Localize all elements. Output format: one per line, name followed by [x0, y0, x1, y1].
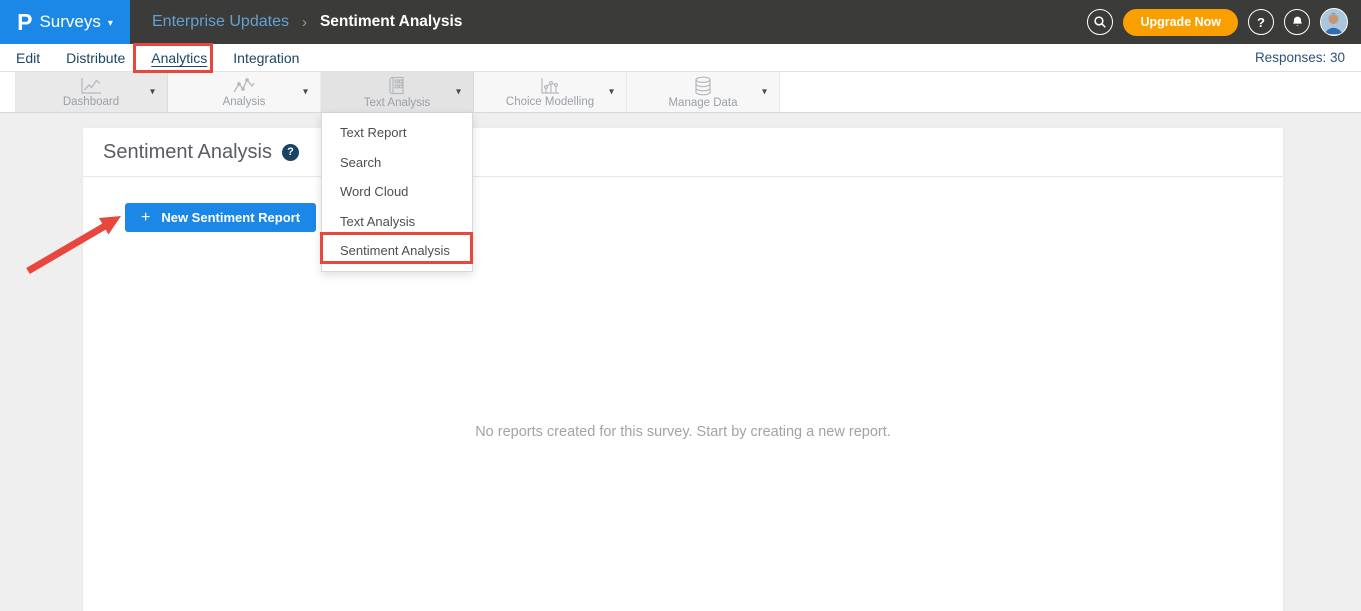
menu-item-search[interactable]: Search	[322, 148, 472, 178]
analytics-toolbar: Dashboard ▾ Analysis ▾ Text Analysis ▾	[0, 72, 1361, 113]
nav-item-integration[interactable]: Integration	[233, 50, 299, 66]
avatar-photo	[1321, 9, 1346, 34]
questionpro-logo-icon: P	[17, 11, 32, 34]
surveys-menu[interactable]: P Surveys ▾	[0, 0, 130, 44]
menu-item-text-report[interactable]: Text Report	[322, 118, 472, 148]
nav-item-analytics[interactable]: Analytics	[151, 50, 207, 66]
menu-item-text-analysis[interactable]: Text Analysis	[322, 207, 472, 237]
page-background: Sentiment Analysis ? + New Sentiment Rep…	[0, 113, 1361, 611]
search-icon	[1093, 15, 1107, 29]
toolbar-button-label: Manage Data	[668, 97, 737, 109]
card-title-row: Sentiment Analysis ?	[83, 128, 1283, 177]
menu-item-sentiment-analysis[interactable]: Sentiment Analysis	[322, 236, 472, 266]
report-icon	[386, 76, 408, 96]
chevron-down-icon: ▾	[762, 86, 767, 97]
toolbar-button-dashboard[interactable]: Dashboard ▾	[15, 72, 168, 112]
toolbar-button-label: Text Analysis	[364, 97, 430, 109]
breadcrumb-separator-icon: ›	[302, 14, 307, 31]
chevron-down-icon: ▾	[150, 86, 155, 97]
app-root: P Surveys ▾ Enterprise Updates › Sentime…	[0, 0, 1361, 611]
chevron-down-icon: ▾	[456, 86, 461, 97]
title-help-icon[interactable]: ?	[282, 144, 299, 161]
nav-item-edit[interactable]: Edit	[16, 50, 40, 66]
new-sentiment-report-label: New Sentiment Report	[161, 210, 300, 225]
trend-chart-icon	[232, 77, 256, 95]
upgrade-now-label: Upgrade Now	[1140, 15, 1221, 29]
page-title: Sentiment Analysis	[103, 141, 272, 164]
user-avatar[interactable]	[1320, 8, 1348, 36]
toolbar-button-label: Choice Modelling	[506, 96, 594, 108]
toolbar-button-choice-modelling[interactable]: Choice Modelling ▾	[474, 72, 627, 112]
breadcrumb-current-page: Sentiment Analysis	[320, 13, 462, 31]
survey-nav: Edit Distribute Analytics Integration Re…	[0, 44, 1361, 72]
question-mark-icon: ?	[1257, 15, 1265, 30]
responses-count: Responses: 30	[1255, 50, 1345, 65]
top-bar: P Surveys ▾ Enterprise Updates › Sentime…	[0, 0, 1361, 44]
plus-icon: +	[141, 210, 150, 226]
toolbar-button-label: Dashboard	[63, 96, 119, 108]
chevron-down-icon: ▾	[108, 18, 113, 29]
top-bar-actions: Upgrade Now ?	[1087, 8, 1361, 36]
content-card: Sentiment Analysis ? + New Sentiment Rep…	[83, 128, 1283, 611]
menu-item-word-cloud[interactable]: Word Cloud	[322, 177, 472, 207]
toolbar-button-label: Analysis	[223, 96, 266, 108]
nav-item-distribute[interactable]: Distribute	[66, 50, 125, 66]
line-chart-icon	[79, 77, 103, 95]
model-chart-icon	[538, 77, 562, 95]
text-analysis-dropdown-menu: Text Report Search Word Cloud Text Analy…	[321, 113, 473, 272]
search-button[interactable]	[1087, 9, 1113, 35]
product-label: Surveys	[39, 12, 100, 32]
database-icon	[693, 76, 713, 96]
chevron-down-icon: ▾	[609, 86, 614, 97]
chevron-down-icon: ▾	[303, 86, 308, 97]
new-sentiment-report-button[interactable]: + New Sentiment Report	[125, 203, 316, 232]
toolbar-button-analysis[interactable]: Analysis ▾	[168, 72, 321, 112]
help-button[interactable]: ?	[1248, 9, 1274, 35]
breadcrumb: Enterprise Updates › Sentiment Analysis	[152, 13, 462, 31]
empty-state-message: No reports created for this survey. Star…	[83, 424, 1283, 440]
upgrade-now-button[interactable]: Upgrade Now	[1123, 9, 1238, 36]
notifications-button[interactable]	[1284, 9, 1310, 35]
toolbar-button-manage-data[interactable]: Manage Data ▾	[627, 72, 780, 112]
breadcrumb-survey-name[interactable]: Enterprise Updates	[152, 13, 289, 31]
toolbar-button-text-analysis[interactable]: Text Analysis ▾	[321, 72, 474, 112]
bell-icon	[1291, 15, 1304, 29]
